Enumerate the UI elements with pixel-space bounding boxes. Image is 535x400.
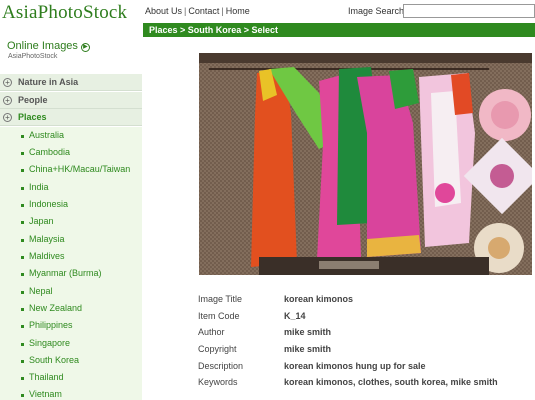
detail-row-item-code: Item Code K_14 [198, 311, 535, 327]
sidebar-item-china[interactable]: China+HK/Macau/Taiwan [0, 161, 142, 178]
detail-value: korean kimonos hung up for sale [284, 361, 426, 371]
contact-link[interactable]: Contact [188, 6, 219, 16]
category-people[interactable]: + People [0, 92, 142, 109]
places-list: Australia Cambodia China+HK/Macau/Taiwan… [0, 127, 142, 400]
bullet-icon [21, 239, 24, 242]
sidebar-item-cambodia[interactable]: Cambodia [0, 144, 142, 161]
bullet-icon [21, 325, 24, 328]
bullet-icon [21, 360, 24, 363]
detail-value: mike smith [284, 327, 332, 337]
detail-label: Description [198, 361, 244, 371]
bullet-icon [21, 187, 24, 190]
sidebar-item-singapore[interactable]: Singapore [0, 335, 142, 352]
bullet-icon [21, 273, 24, 276]
detail-row-author: Author mike smith [198, 327, 535, 343]
expand-icon[interactable]: + [3, 78, 12, 87]
online-images-link[interactable]: Online Images ▶ [7, 40, 90, 52]
breadcrumb-bar: Places > South Korea > Select [143, 23, 535, 37]
sidebar-item-myanmar[interactable]: Myanmar (Burma) [0, 265, 142, 282]
expand-icon[interactable]: + [3, 113, 12, 122]
detail-label: Image Title [198, 294, 243, 304]
sidebar-item-vietnam[interactable]: Vietnam [0, 386, 142, 400]
bullet-icon [21, 221, 24, 224]
detail-value: mike smith [284, 344, 332, 354]
detail-label: Copyright [198, 344, 237, 354]
bullet-icon [21, 135, 24, 138]
image-search-label: Image Search [348, 6, 405, 16]
detail-label: Author [198, 327, 225, 337]
sidebar-item-japan[interactable]: Japan [0, 213, 142, 230]
detail-label: Keywords [198, 377, 238, 387]
detail-label: Item Code [198, 311, 240, 321]
detail-value: korean kimonos [284, 294, 354, 304]
category-places[interactable]: + Places [0, 109, 142, 126]
site-logo[interactable]: AsiaPhotoStock [2, 2, 127, 24]
detail-row-keywords: Keywords korean kimonos, clothes, south k… [198, 377, 535, 393]
detail-value: korean kimonos, clothes, south korea, mi… [284, 377, 498, 387]
sidebar-item-nepal[interactable]: Nepal [0, 283, 142, 300]
main-photo[interactable] [199, 53, 532, 275]
sidebar-item-maldives[interactable]: Maldives [0, 248, 142, 265]
detail-row-image-title: Image Title korean kimonos [198, 294, 535, 310]
category-nature-in-asia[interactable]: + Nature in Asia [0, 74, 142, 91]
photo-image [199, 53, 532, 275]
nav-separator: | [184, 6, 187, 16]
sidebar: Online Images ▶ AsiaPhotoStock + Nature i… [0, 36, 142, 400]
sidebar-item-south-korea[interactable]: South Korea [0, 352, 142, 369]
expand-icon[interactable]: + [3, 96, 12, 105]
bullet-icon [21, 256, 24, 259]
about-us-link[interactable]: About Us [145, 6, 182, 16]
sidebar-item-india[interactable]: India [0, 179, 142, 196]
sidebar-item-malaysia[interactable]: Malaysia [0, 231, 142, 248]
detail-row-copyright: Copyright mike smith [198, 344, 535, 360]
bullet-icon [21, 343, 24, 346]
nav-separator: | [221, 6, 224, 16]
detail-row-description: Description korean kimonos hung up for sa… [198, 361, 535, 377]
home-link[interactable]: Home [226, 6, 250, 16]
breadcrumb[interactable]: Places > South Korea > Select [149, 25, 278, 35]
online-images-subtitle: AsiaPhotoStock [8, 53, 58, 60]
sidebar-item-indonesia[interactable]: Indonesia [0, 196, 142, 213]
category-label: People [18, 95, 48, 105]
bullet-icon [21, 308, 24, 311]
detail-value: K_14 [284, 311, 306, 321]
bullet-icon [21, 152, 24, 155]
sidebar-item-australia[interactable]: Australia [0, 127, 142, 144]
image-search-input[interactable] [403, 4, 535, 18]
bullet-icon [21, 291, 24, 294]
sidebar-item-thailand[interactable]: Thailand [0, 369, 142, 386]
sidebar-item-new-zealand[interactable]: New Zealand [0, 300, 142, 317]
bullet-icon [21, 169, 24, 172]
bullet-icon [21, 204, 24, 207]
bullet-icon [21, 377, 24, 380]
top-navigation: About Us | Contact | Home [145, 6, 250, 16]
category-label: Nature in Asia [18, 77, 79, 87]
arrow-right-icon[interactable]: ▶ [80, 43, 90, 52]
sidebar-item-philippines[interactable]: Philippines [0, 317, 142, 334]
online-images-label: Online Images [7, 40, 78, 52]
bullet-icon [21, 394, 24, 397]
category-label: Places [18, 112, 47, 122]
